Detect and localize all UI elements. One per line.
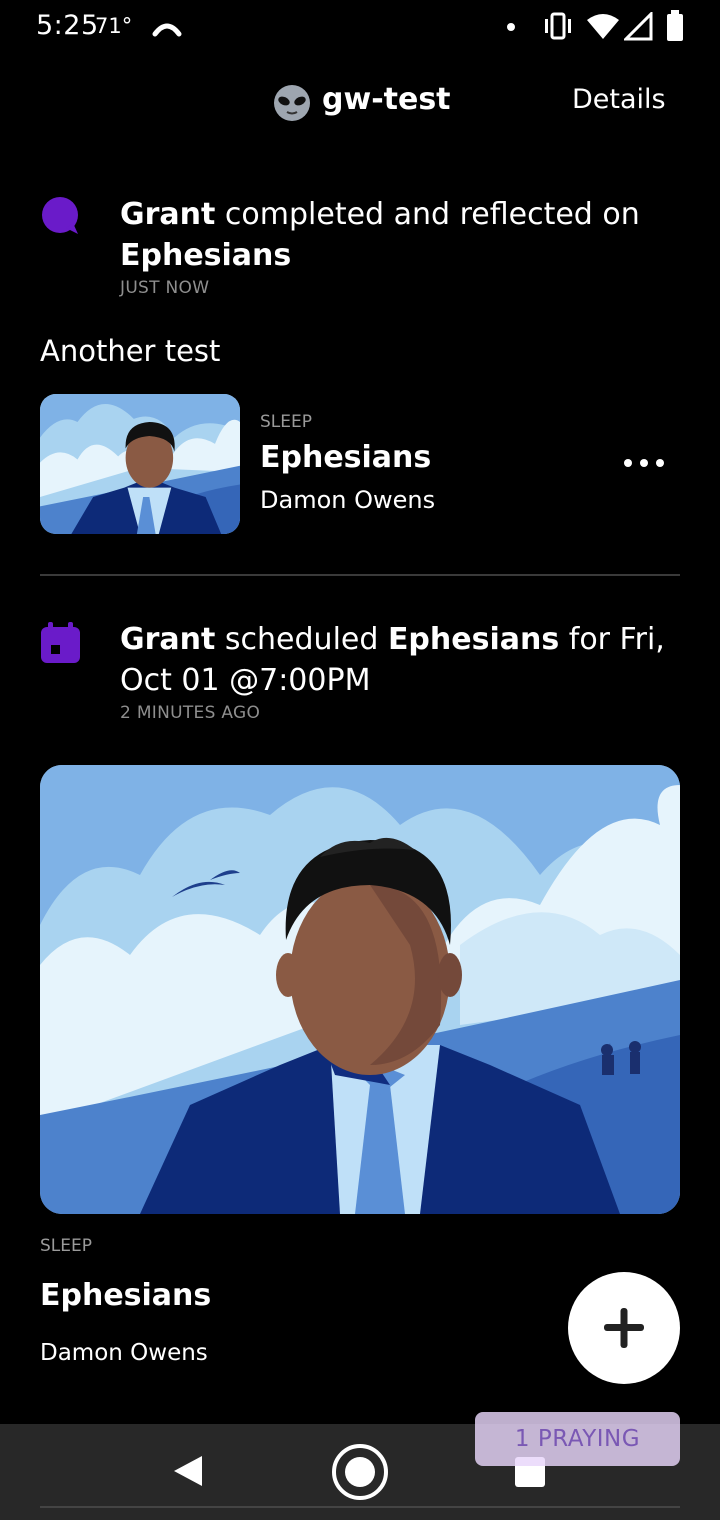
calendar-icon bbox=[41, 622, 80, 663]
battery-icon bbox=[667, 10, 683, 41]
signal-icon bbox=[624, 12, 653, 41]
status-time: 5:25 bbox=[36, 10, 99, 41]
divider bbox=[40, 1506, 680, 1508]
activity-time: JUST NOW bbox=[120, 278, 210, 298]
hero-title[interactable]: Ephesians bbox=[40, 1278, 211, 1313]
add-button[interactable] bbox=[568, 1272, 680, 1384]
page-title: gw-test bbox=[322, 82, 451, 117]
activity-verb: completed and reflected on bbox=[215, 197, 640, 232]
vibrate-icon bbox=[545, 12, 571, 40]
activity-actor: Grant bbox=[120, 622, 216, 657]
hero-category: SLEEP bbox=[40, 1236, 92, 1256]
notification-dot-icon bbox=[507, 23, 515, 31]
activity-subject: Ephesians bbox=[120, 238, 292, 273]
activity-text: Grant completed and reflected on Ephesia… bbox=[120, 194, 690, 276]
status-temperature: 71° bbox=[95, 14, 133, 38]
hero-artwork[interactable] bbox=[40, 765, 680, 1214]
more-horizontal-icon[interactable] bbox=[622, 452, 666, 474]
card-thumbnail[interactable] bbox=[40, 394, 240, 534]
section-title: Another test bbox=[40, 334, 221, 368]
wifi-icon bbox=[587, 14, 619, 39]
activity-text: Grant scheduled Ephesians for Fri, Oct 0… bbox=[120, 619, 690, 701]
divider bbox=[40, 574, 680, 576]
activity-time: 2 MINUTES AGO bbox=[120, 703, 261, 723]
home-icon[interactable] bbox=[330, 1442, 390, 1502]
chat-bubble-icon bbox=[42, 197, 78, 234]
plus-icon bbox=[604, 1308, 644, 1348]
hero-author: Damon Owens bbox=[40, 1340, 208, 1366]
card-title[interactable]: Ephesians bbox=[260, 440, 431, 475]
card-author: Damon Owens bbox=[260, 486, 436, 514]
details-button[interactable]: Details bbox=[572, 84, 666, 115]
back-icon[interactable] bbox=[172, 1454, 206, 1488]
card-category: SLEEP bbox=[260, 412, 312, 432]
activity-actor: Grant bbox=[120, 197, 216, 232]
alien-icon bbox=[274, 85, 310, 121]
weather-icon bbox=[152, 23, 182, 37]
praying-button[interactable]: 1 PRAYING bbox=[475, 1412, 680, 1466]
activity-verb: scheduled bbox=[215, 622, 388, 657]
activity-subject: Ephesians bbox=[387, 622, 560, 657]
